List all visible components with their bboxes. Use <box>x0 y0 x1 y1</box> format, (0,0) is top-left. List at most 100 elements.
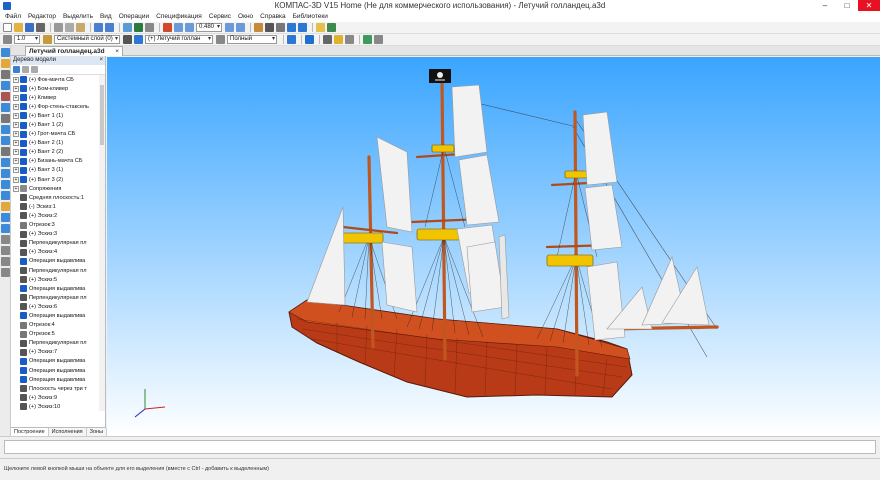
section-icon[interactable] <box>327 23 336 32</box>
tree-item[interactable]: + (+) Вант 2 (2) <box>11 148 99 157</box>
paste-icon[interactable] <box>76 23 85 32</box>
tree-item[interactable]: (-) Эскиз:1 <box>11 202 99 211</box>
zoom-window-icon[interactable] <box>174 23 183 32</box>
expand-icon[interactable]: + <box>13 185 19 192</box>
copy-icon[interactable] <box>65 23 74 32</box>
tree-item[interactable]: Отрезок:3 <box>11 221 99 230</box>
maximize-button[interactable]: □ <box>836 0 858 11</box>
layer-combo[interactable]: Системный слой (0) <box>54 35 120 44</box>
menu-libraries[interactable]: Библиотеки <box>293 13 328 20</box>
manager-icon[interactable] <box>145 23 154 32</box>
wireframe-icon[interactable] <box>265 23 274 32</box>
tree-item[interactable]: (+) Эскиз:2 <box>11 211 99 220</box>
parameters-icon[interactable] <box>374 35 383 44</box>
tree-item[interactable]: Средняя плоскость:1 <box>11 193 99 202</box>
display-mode-combo[interactable]: Полный <box>227 35 277 44</box>
filter-icon[interactable] <box>334 35 343 44</box>
tree-item[interactable]: Перпендикулярная пл <box>11 266 99 275</box>
expand-icon[interactable]: + <box>13 176 19 183</box>
sheet-metal-icon[interactable] <box>1 158 10 167</box>
expand-icon[interactable]: + <box>13 140 19 147</box>
mate-icon[interactable] <box>1 202 10 211</box>
tree-scrollbar[interactable] <box>99 75 105 411</box>
tree-scrollbar-thumb[interactable] <box>100 85 104 145</box>
tree-structure-icon[interactable] <box>13 66 20 73</box>
pan-icon[interactable] <box>225 23 234 32</box>
zoom-combo[interactable]: 0.480 <box>196 23 222 32</box>
filter-tool-icon[interactable] <box>1 125 10 134</box>
expand-icon[interactable]: + <box>13 149 19 156</box>
tree-item[interactable]: Операция выдавлива <box>11 257 99 266</box>
expand-icon[interactable]: + <box>13 76 19 83</box>
geometry-icon[interactable] <box>1 48 10 57</box>
command-input[interactable] <box>4 440 876 454</box>
tree-item[interactable]: + (+) Грот-мачта СБ <box>11 130 99 139</box>
tree-item[interactable]: Операция выдавлива <box>11 311 99 320</box>
tree-item[interactable]: (+) Эскиз:6 <box>11 302 99 311</box>
assembly-icon[interactable] <box>1 191 10 200</box>
panel-close-button[interactable]: × <box>99 56 103 65</box>
local-cs-icon[interactable] <box>123 35 132 44</box>
menu-help[interactable]: Справка <box>260 13 286 20</box>
tree-item[interactable]: + (+) Вант 1 (1) <box>11 111 99 120</box>
tree-item[interactable]: (+) Эскиз:9 <box>11 393 99 402</box>
scale-combo[interactable]: 1.0 <box>14 35 40 44</box>
tree-item[interactable]: + (+) Бом-кливер <box>11 84 99 93</box>
menu-specification[interactable]: Спецификация <box>156 13 202 20</box>
expand-icon[interactable]: + <box>13 94 19 101</box>
tree-item[interactable]: Операция выдавлива <box>11 284 99 293</box>
menu-window[interactable]: Окно <box>238 13 253 20</box>
surfaces-icon[interactable] <box>1 103 10 112</box>
menu-service[interactable]: Сервис <box>209 13 231 20</box>
redo-icon[interactable] <box>105 23 114 32</box>
shaded-icon[interactable] <box>287 23 296 32</box>
menu-editor[interactable]: Редактор <box>28 13 56 20</box>
snap-icon[interactable] <box>323 35 332 44</box>
diagnostics-icon[interactable] <box>1 257 10 266</box>
grid-icon[interactable] <box>3 35 12 44</box>
library-icon[interactable] <box>1 224 10 233</box>
layer-icon[interactable] <box>43 35 52 44</box>
expand-icon[interactable]: + <box>13 103 19 110</box>
component-icon[interactable] <box>1 213 10 222</box>
expand-icon[interactable]: + <box>13 167 19 174</box>
tree-item[interactable]: + (+) Бизань-мачта СБ <box>11 157 99 166</box>
tree-item[interactable]: Отрезок:4 <box>11 321 99 330</box>
view-orientation-icon[interactable] <box>287 35 296 44</box>
reports-tool-icon[interactable] <box>1 147 10 156</box>
arrow-tool-icon[interactable] <box>1 70 10 79</box>
tree-item[interactable]: + (+) Кливер <box>11 93 99 102</box>
tree-item[interactable]: + (+) Фор-стень-стаксель <box>11 102 99 111</box>
3d-viewport[interactable] <box>107 57 880 436</box>
new-file-icon[interactable] <box>3 23 12 32</box>
tree-item[interactable]: (+) Эскиз:4 <box>11 248 99 257</box>
perspective-icon[interactable] <box>316 23 325 32</box>
tree-filter-icon[interactable] <box>31 66 38 73</box>
tree-item[interactable]: Операция выдавлива <box>11 366 99 375</box>
cut-icon[interactable] <box>54 23 63 32</box>
hidden-lines-icon[interactable] <box>276 23 285 32</box>
expand-icon[interactable]: + <box>13 158 19 165</box>
fx-variables-icon[interactable] <box>134 23 143 32</box>
auxiliary-geometry-icon[interactable] <box>1 81 10 90</box>
minimize-button[interactable]: – <box>814 0 836 11</box>
tab-construction[interactable]: Построение <box>11 428 49 436</box>
tree-item[interactable]: Перпендикулярная пл <box>11 339 99 348</box>
tree-item[interactable]: Операция выдавлива <box>11 357 99 366</box>
edit-tool-icon[interactable] <box>1 59 10 68</box>
expand-icon[interactable]: + <box>13 131 19 138</box>
tree-item[interactable]: (+) Эскиз:3 <box>11 230 99 239</box>
menu-operations[interactable]: Операции <box>119 13 149 20</box>
expand-icon[interactable]: + <box>13 112 19 119</box>
tree-item[interactable]: + (+) Вант 3 (2) <box>11 175 99 184</box>
save-icon[interactable] <box>25 23 34 32</box>
tree-item[interactable]: Перпендикулярная пл <box>11 239 99 248</box>
menu-view[interactable]: Вид <box>100 13 112 20</box>
tab-zones[interactable]: Зоны <box>87 428 108 436</box>
tree-item[interactable]: (+) Эскиз:7 <box>11 348 99 357</box>
settings-icon[interactable] <box>1 268 10 277</box>
undo-icon[interactable] <box>94 23 103 32</box>
menu-file[interactable]: Файл <box>5 13 21 20</box>
tree-item[interactable]: + Сопряжения <box>11 184 99 193</box>
spec-tool-icon[interactable] <box>1 136 10 145</box>
